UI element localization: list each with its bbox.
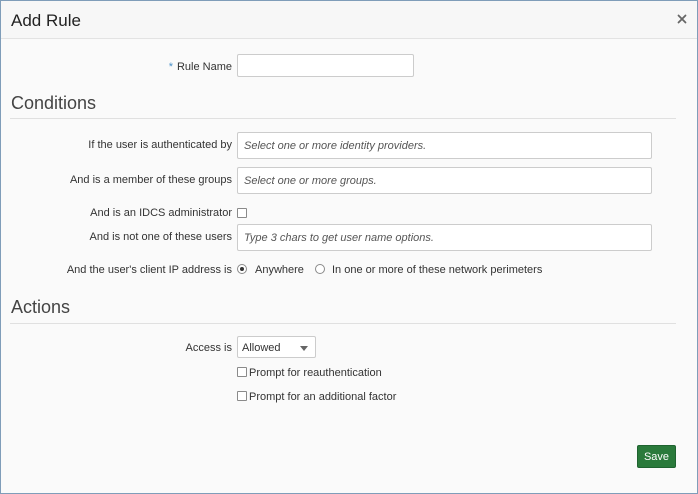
rule-name-input[interactable] [237, 54, 414, 77]
conditions-divider [10, 118, 676, 119]
conditions-heading: Conditions [11, 93, 97, 113]
radio-anywhere[interactable] [237, 264, 247, 274]
idcs-admin-checkbox[interactable] [237, 208, 247, 218]
radio-anywhere-label: Anywhere [255, 264, 304, 276]
additional-factor-checkbox[interactable] [237, 391, 247, 401]
dialog-title: Add Rule [11, 11, 81, 30]
rule-name-label: * Rule Name [131, 61, 232, 73]
additional-factor-label: Prompt for an additional factor [249, 391, 397, 403]
reauth-label: Prompt for reauthentication [249, 367, 382, 379]
close-icon[interactable] [675, 12, 689, 26]
add-rule-dialog: Add Rule * Rule Name Conditions If the us… [0, 0, 698, 494]
identity-providers-input[interactable] [237, 132, 652, 159]
rule-name-label-text: Rule Name [176, 61, 232, 73]
access-select[interactable]: Allowed [237, 336, 316, 358]
excluded-users-label: And is not one of these users [89, 231, 232, 243]
access-label: Access is [185, 342, 232, 354]
excluded-users-input[interactable] [237, 224, 652, 251]
actions-heading: Actions [11, 297, 71, 317]
groups-label: And is a member of these groups [69, 174, 232, 186]
save-button[interactable]: Save [637, 445, 676, 468]
idcs-admin-label: And is an IDCS administrator [90, 207, 232, 219]
actions-divider [10, 323, 676, 324]
identity-providers-label: If the user is authenticated by [88, 139, 232, 151]
dialog-titlebar: Add Rule [1, 1, 697, 39]
groups-input[interactable] [237, 167, 652, 194]
reauth-checkbox[interactable] [237, 367, 247, 377]
radio-network-perimeters-label: In one or more of these network perimete… [332, 264, 543, 276]
access-select-value: Allowed [242, 342, 281, 354]
chevron-down-icon [300, 346, 308, 351]
required-marker: * [168, 61, 173, 73]
radio-network-perimeters[interactable] [315, 264, 325, 274]
client-ip-label: And the user's client IP address is [66, 264, 232, 276]
